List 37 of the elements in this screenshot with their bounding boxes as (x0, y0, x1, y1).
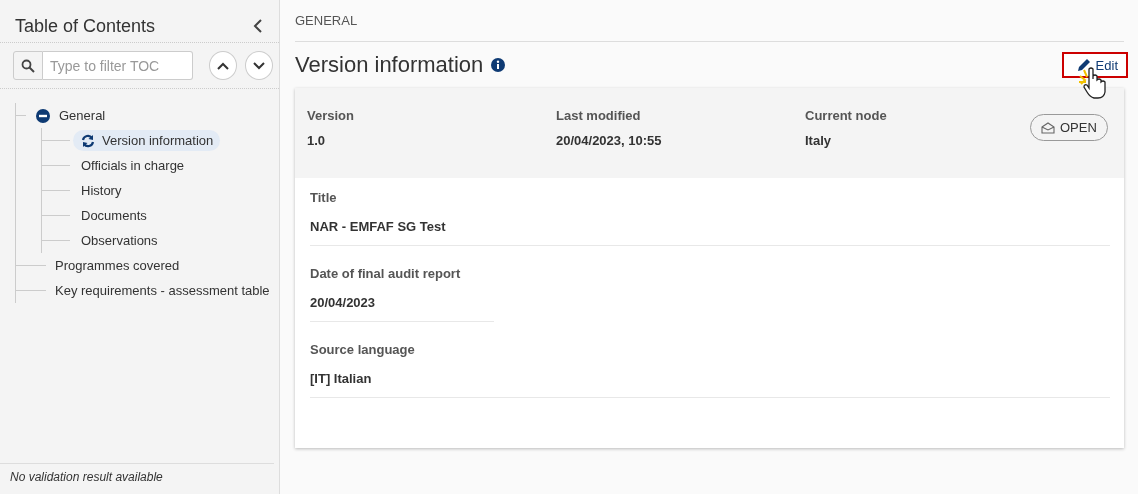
field-value: Italy (805, 133, 832, 148)
field-label: Version (307, 108, 355, 123)
field-value: 1.0 (307, 133, 327, 148)
toc-item[interactable]: General (59, 108, 106, 123)
validation-status: No validation result available (10, 470, 163, 484)
field-label: Last modified (556, 108, 642, 123)
field-label: Date of final audit report (310, 266, 462, 281)
field-value: [IT] Italian (310, 371, 373, 386)
sidebar-title: Table of Contents (15, 15, 156, 37)
envelope-icon (1041, 121, 1055, 134)
info-icon[interactable] (491, 58, 506, 72)
edit-button[interactable]: Edit (1061, 52, 1128, 78)
breadcrumb: GENERAL (295, 13, 358, 28)
toc-item[interactable]: Documents (81, 208, 147, 223)
collapse-icon[interactable] (253, 18, 263, 34)
toc-item[interactable]: Key requirements - assessment table (55, 283, 270, 298)
field-value: 20/04/2023 (310, 295, 377, 310)
pencil-icon (1075, 57, 1092, 73)
chevron-up-icon (216, 60, 230, 71)
field-label: Source language (310, 342, 416, 357)
filter-field[interactable]: Type to filter TOC (43, 51, 193, 80)
collapse-icon[interactable] (36, 108, 50, 123)
chevron-down-icon (252, 60, 266, 71)
next-button[interactable] (245, 51, 273, 80)
field-label: Current node (805, 108, 888, 123)
toc-item[interactable]: Officials in charge (81, 158, 185, 173)
field-value: 20/04/2023, 10:55 (556, 133, 663, 148)
toc-item[interactable]: Version information (73, 130, 221, 151)
field-label: Title (310, 190, 338, 205)
toc-item[interactable]: Observations (81, 233, 158, 248)
sync-icon (81, 133, 95, 148)
toc-item[interactable]: History (81, 183, 122, 198)
field-value: NAR - EMFAF SG Test (310, 219, 447, 234)
previous-button[interactable] (209, 51, 237, 80)
toc-item[interactable]: Programmes covered (55, 258, 180, 273)
search-icon[interactable] (13, 51, 43, 80)
page-title: Version information (295, 52, 484, 78)
